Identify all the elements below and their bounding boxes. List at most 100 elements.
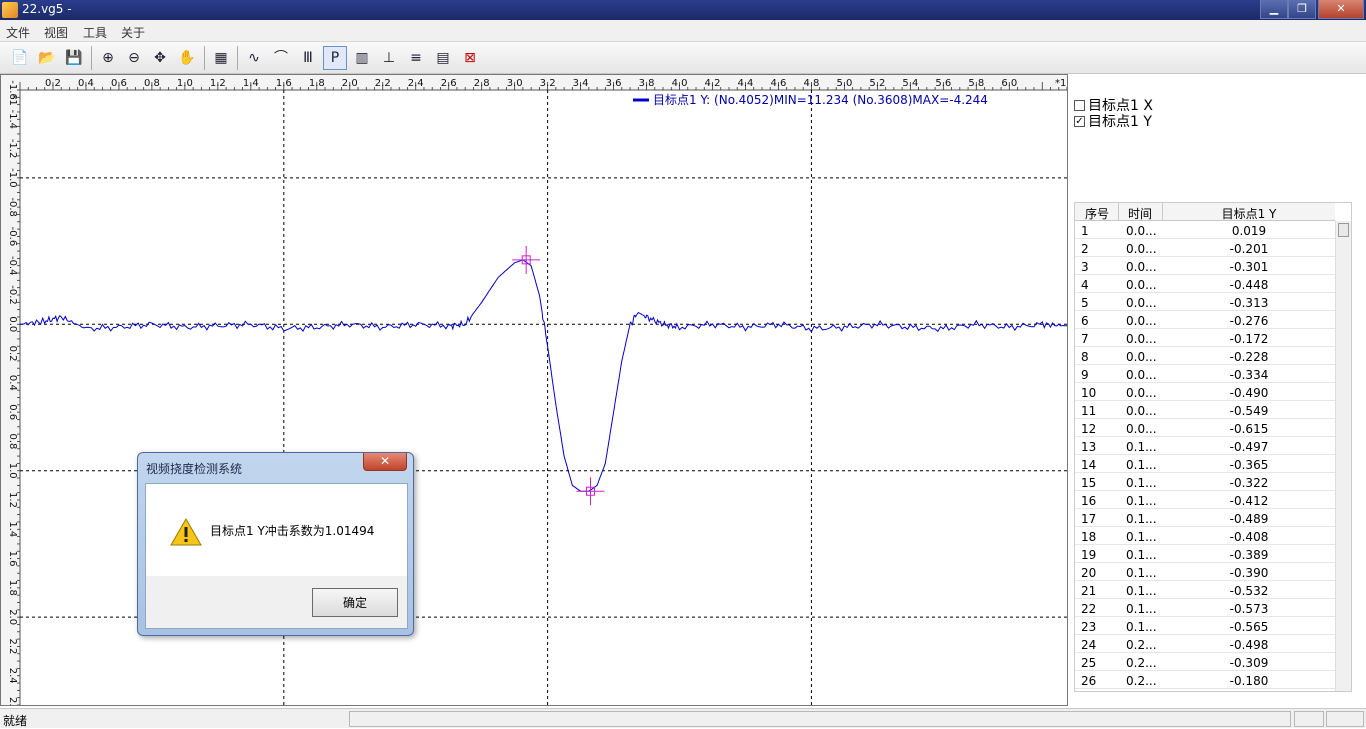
dialog-close-button[interactable]: ✕	[363, 453, 407, 471]
peak-marker-button[interactable]: P	[323, 46, 347, 70]
menu-view[interactable]: 视图	[44, 24, 68, 41]
new-file-button[interactable]: 📄	[8, 46, 32, 70]
zoom-in-button[interactable]: ⊕	[96, 46, 120, 70]
table-row[interactable]: 16 0.1... -0.412	[1075, 491, 1335, 509]
cell-time: 0.0...	[1126, 314, 1157, 328]
table-row[interactable]: 21 0.1... -0.532	[1075, 581, 1335, 599]
legend-item-y[interactable]: ✓ 目标点1 Y	[1074, 113, 1153, 130]
cell-time: 0.1...	[1126, 548, 1157, 562]
cell-time: 0.2...	[1126, 674, 1157, 688]
y-tick-label: 0.4	[7, 375, 18, 391]
cell-value: -0.408	[1229, 530, 1269, 544]
table-row[interactable]: 20 0.1... -0.390	[1075, 563, 1335, 581]
y-tick-label: 0.2	[7, 346, 18, 362]
fit-view-button[interactable]: ✥	[148, 46, 172, 70]
scrollbar-thumb[interactable]	[1338, 223, 1349, 237]
cell-index: 10	[1081, 386, 1097, 400]
pan-hand-button[interactable]: ✋	[175, 46, 199, 70]
cell-index: 15	[1081, 476, 1097, 490]
zoom-out-button[interactable]: ⊖	[122, 46, 146, 70]
cell-value: -0.276	[1229, 314, 1269, 328]
cell-index: 24	[1081, 638, 1097, 652]
table-row[interactable]: 15 0.1... -0.322	[1075, 473, 1335, 491]
y-tick-label: 1.8	[7, 580, 18, 596]
table-row[interactable]: 3 0.0... -0.301	[1075, 257, 1335, 275]
ok-button[interactable]: 确定	[312, 588, 398, 617]
table-row[interactable]: 17 0.1... -0.489	[1075, 509, 1335, 527]
dialog-footer: 确定	[146, 576, 407, 628]
table-row[interactable]: 24 0.2... -0.498	[1075, 635, 1335, 653]
cell-time: 0.1...	[1126, 458, 1157, 472]
cell-index: 21	[1081, 584, 1097, 598]
maximize-button[interactable]: ❐	[1288, 0, 1316, 19]
x-corner-label: *1	[1055, 78, 1066, 89]
close-window-button[interactable]: ✕	[1318, 0, 1364, 19]
table-row[interactable]: 13 0.1... -0.497	[1075, 437, 1335, 455]
save-button[interactable]: 💾	[62, 46, 86, 70]
x-tick-label: 2.0	[342, 78, 358, 89]
table-row[interactable]: 25 0.2... -0.309	[1075, 653, 1335, 671]
cell-index: 7	[1081, 332, 1089, 346]
x-tick-label: 2.4	[408, 78, 424, 89]
bars-2-button[interactable]: ▤	[431, 46, 455, 70]
table-row[interactable]: 5 0.0... -0.313	[1075, 293, 1335, 311]
table-row[interactable]: 9 0.0... -0.334	[1075, 365, 1335, 383]
histogram-button[interactable]: ▥	[350, 46, 374, 70]
table-row[interactable]: 19 0.1... -0.389	[1075, 545, 1335, 563]
menu-about[interactable]: 关于	[121, 24, 145, 41]
cell-time: 0.1...	[1126, 512, 1157, 526]
legend-x-checkbox[interactable]	[1074, 99, 1085, 111]
cell-time: 0.0...	[1126, 332, 1157, 346]
table-row[interactable]: 26 0.2... -0.180	[1075, 671, 1335, 689]
table-header: 序号 时间 目标点1 Y	[1075, 203, 1335, 221]
table-row[interactable]: 7 0.0... -0.172	[1075, 329, 1335, 347]
x-tick-label: 0.4	[78, 78, 94, 89]
cell-time: 0.1...	[1126, 620, 1157, 634]
x-tick-label: 1.6	[276, 78, 292, 89]
menu-file[interactable]: 文件	[6, 24, 30, 41]
open-file-button[interactable]: 📂	[35, 46, 59, 70]
cell-index: 16	[1081, 494, 1097, 508]
menu-tools[interactable]: 工具	[83, 24, 107, 41]
waveform-2-button[interactable]: ⌒	[269, 46, 293, 70]
x-tick-label: 4.2	[705, 78, 721, 89]
y-tick-label: 1.0	[7, 463, 18, 479]
table-row[interactable]: 6 0.0... -0.276	[1075, 311, 1335, 329]
table-row[interactable]: 18 0.1... -0.408	[1075, 527, 1335, 545]
waveform-1-button[interactable]: ∿	[242, 46, 266, 70]
table-row[interactable]: 11 0.0... -0.549	[1075, 401, 1335, 419]
legend-y-checkbox[interactable]: ✓	[1074, 115, 1085, 127]
window-title: 22.vg5 -	[22, 2, 72, 16]
cell-index: 23	[1081, 620, 1097, 634]
table-row[interactable]: 4 0.0... -0.448	[1075, 275, 1335, 293]
col-header-time[interactable]: 时间	[1119, 205, 1161, 222]
delete-button[interactable]: ⊠	[458, 46, 482, 70]
table-row[interactable]: 8 0.0... -0.228	[1075, 347, 1335, 365]
message-dialog: 视频挠度检测系统 ✕ 目标点1 Y冲击系数为1.01494 确定	[137, 452, 414, 636]
toolbar: 📄 📂 💾 ⊕ ⊖ ✥ ✋ ▦ ∿ ⌒ Ⅲ P ▥ ⊥ ≡ ▤ ⊠	[0, 42, 1366, 74]
col-header-value[interactable]: 目标点1 Y	[1163, 205, 1335, 222]
table-row[interactable]: 12 0.0... -0.615	[1075, 419, 1335, 437]
bars-1-button[interactable]: Ⅲ	[296, 46, 320, 70]
x-tick-label: 5.8	[968, 78, 984, 89]
table-row[interactable]: 14 0.1... -0.365	[1075, 455, 1335, 473]
col-header-index[interactable]: 序号	[1079, 205, 1115, 222]
table-row[interactable]: 2 0.0... -0.201	[1075, 239, 1335, 257]
y-tick-label: -0.2	[7, 285, 18, 305]
table-row[interactable]: 23 0.1... -0.565	[1075, 617, 1335, 635]
x-tick-label: 1.0	[177, 78, 193, 89]
series-legend: 目标点1 X ✓ 目标点1 Y	[1074, 97, 1153, 130]
cell-time: 0.1...	[1126, 494, 1157, 508]
stats-button[interactable]: ≡	[404, 46, 428, 70]
cell-time: 0.0...	[1126, 242, 1157, 256]
table-row[interactable]: 1 0.0... 0.019	[1075, 221, 1335, 239]
table-row[interactable]: 22 0.1... -0.573	[1075, 599, 1335, 617]
minimize-button[interactable]: ▁	[1260, 0, 1288, 19]
y-tick-label: 2.6	[7, 697, 18, 705]
x-tick-label: 5.2	[869, 78, 885, 89]
x-tick-label: 3.8	[639, 78, 655, 89]
baseline-button[interactable]: ⊥	[377, 46, 401, 70]
grid-toggle-button[interactable]: ▦	[209, 46, 233, 70]
table-scrollbar[interactable]	[1335, 221, 1351, 691]
table-row[interactable]: 10 0.0... -0.490	[1075, 383, 1335, 401]
